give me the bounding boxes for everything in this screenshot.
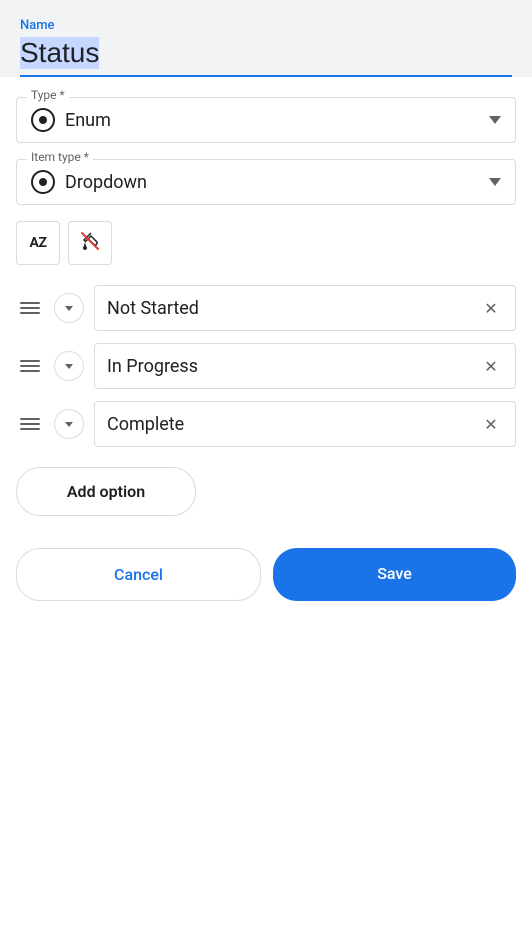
az-icon: AZ bbox=[30, 235, 47, 251]
drag-handle-2[interactable] bbox=[16, 356, 44, 376]
drag-line bbox=[20, 360, 40, 362]
options-list: Not Started ✕ In Progress ✕ bbox=[16, 285, 516, 447]
name-input-wrapper bbox=[20, 37, 512, 77]
item-type-field-inner: Dropdown bbox=[31, 170, 501, 194]
add-option-button[interactable]: Add option bbox=[16, 467, 196, 516]
drag-line bbox=[20, 302, 40, 304]
option-color-button-3[interactable] bbox=[54, 409, 84, 439]
sort-az-button[interactable]: AZ bbox=[16, 221, 60, 265]
cancel-button[interactable]: Cancel bbox=[16, 548, 261, 601]
main-content: Type * Enum Item type * Dropdown bbox=[0, 77, 532, 928]
drag-line bbox=[20, 418, 40, 420]
type-field-text: Enum bbox=[65, 110, 111, 131]
name-label: Name bbox=[20, 18, 512, 33]
toolbar: AZ bbox=[16, 221, 516, 265]
option-clear-button-3[interactable]: ✕ bbox=[479, 412, 503, 436]
drag-line bbox=[20, 307, 40, 309]
type-field-inner: Enum bbox=[31, 108, 501, 132]
option-text-1: Not Started bbox=[107, 298, 479, 319]
dropdown-icon bbox=[31, 170, 55, 194]
option-color-button-2[interactable] bbox=[54, 351, 84, 381]
no-color-button[interactable] bbox=[68, 221, 112, 265]
no-color-icon bbox=[79, 230, 101, 257]
chevron-down-icon bbox=[65, 306, 73, 311]
drag-line bbox=[20, 423, 40, 425]
option-text-2: In Progress bbox=[107, 356, 479, 377]
action-buttons: Cancel Save bbox=[16, 540, 516, 601]
item-type-field-value: Dropdown bbox=[31, 170, 147, 194]
table-row: Complete ✕ bbox=[16, 401, 516, 447]
item-type-field-label: Item type * bbox=[27, 150, 93, 164]
table-row: In Progress ✕ bbox=[16, 343, 516, 389]
type-field-value: Enum bbox=[31, 108, 111, 132]
option-text-3: Complete bbox=[107, 414, 479, 435]
drag-line bbox=[20, 365, 40, 367]
item-type-field-arrow bbox=[489, 178, 501, 186]
option-color-button-1[interactable] bbox=[54, 293, 84, 323]
save-button[interactable]: Save bbox=[273, 548, 516, 601]
option-clear-button-1[interactable]: ✕ bbox=[479, 296, 503, 320]
table-row: Not Started ✕ bbox=[16, 285, 516, 331]
option-input-wrapper-2: In Progress ✕ bbox=[94, 343, 516, 389]
type-field-label: Type * bbox=[27, 88, 69, 102]
option-input-wrapper-3: Complete ✕ bbox=[94, 401, 516, 447]
drag-handle-1[interactable] bbox=[16, 298, 44, 318]
enum-icon bbox=[31, 108, 55, 132]
drag-handle-3[interactable] bbox=[16, 414, 44, 434]
chevron-down-icon bbox=[65, 364, 73, 369]
chevron-down-icon bbox=[65, 422, 73, 427]
drag-line bbox=[20, 428, 40, 430]
drag-line bbox=[20, 312, 40, 314]
item-type-field-text: Dropdown bbox=[65, 172, 147, 193]
type-field[interactable]: Type * Enum bbox=[16, 97, 516, 143]
name-input[interactable] bbox=[20, 37, 512, 69]
form-container: Name Type * Enum Item type * Dropdo bbox=[0, 0, 532, 928]
item-type-field[interactable]: Item type * Dropdown bbox=[16, 159, 516, 205]
drag-line bbox=[20, 370, 40, 372]
name-section: Name bbox=[0, 0, 532, 77]
type-field-arrow bbox=[489, 116, 501, 124]
option-clear-button-2[interactable]: ✕ bbox=[479, 354, 503, 378]
option-input-wrapper-1: Not Started ✕ bbox=[94, 285, 516, 331]
